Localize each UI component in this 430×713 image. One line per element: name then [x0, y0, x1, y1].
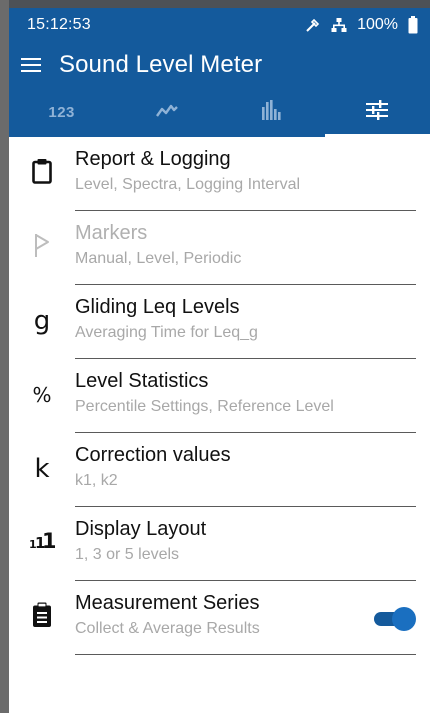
item-title: Display Layout: [75, 518, 207, 540]
status-icons: 100%: [305, 16, 418, 34]
percent-icon-glyph: %: [32, 383, 52, 407]
list-item-correction-values[interactable]: k Correction values k1, k2: [9, 433, 430, 507]
item-title: Measurement Series: [75, 592, 260, 614]
toggle-knob: [392, 607, 416, 631]
item-subtitle: 1, 3 or 5 levels: [75, 546, 180, 563]
network-icon: [331, 17, 347, 33]
flag-icon: [9, 211, 75, 285]
item-title: Level Statistics: [75, 370, 209, 392]
correction-k-icon-glyph: k: [34, 454, 50, 484]
list-item-report-logging[interactable]: Report & Logging Level, Spectra, Logging…: [9, 137, 430, 211]
percent-icon: %: [9, 359, 75, 433]
tab-numeric-label: 123: [48, 104, 75, 121]
list-item-measurement-series[interactable]: Measurement Series Collect & Average Res…: [9, 581, 430, 655]
item-subtitle: Collect & Average Results: [75, 620, 260, 637]
tab-bar: 123: [9, 88, 430, 137]
battery-percent: 100%: [357, 16, 398, 33]
device-frame-top: [0, 0, 430, 8]
layout-levels-icon: 111: [9, 507, 75, 581]
item-title: Report & Logging: [75, 148, 231, 170]
item-subtitle: k1, k2: [75, 472, 118, 489]
item-title: Gliding Leq Levels: [75, 296, 240, 318]
correction-k-icon: k: [9, 433, 75, 507]
list-item-markers[interactable]: Markers Manual, Level, Periodic: [9, 211, 430, 285]
tab-numeric[interactable]: 123: [9, 88, 114, 137]
list-item-gliding-leq[interactable]: g Gliding Leq Levels Averaging Time for …: [9, 285, 430, 359]
status-time: 15:12:53: [27, 16, 91, 33]
gliding-leq-icon: g: [9, 285, 75, 359]
status-bar: 15:12:53 100%: [9, 8, 430, 42]
device-frame-left: [0, 0, 9, 713]
battery-icon: [408, 16, 418, 34]
bar-chart-icon: [261, 100, 283, 125]
item-subtitle: Percentile Settings, Reference Level: [75, 398, 334, 415]
probe-icon: [305, 17, 321, 33]
list-item-level-statistics[interactable]: % Level Statistics Percentile Settings, …: [9, 359, 430, 433]
settings-sliders-icon: [366, 100, 389, 125]
app-title: Sound Level Meter: [59, 51, 263, 78]
app-header: 15:12:53 100% Sound Level Meter 123: [9, 8, 430, 137]
app: 15:12:53 100% Sound Level Meter 123 Repo…: [9, 8, 430, 713]
line-chart-icon: [155, 102, 179, 123]
item-subtitle: Level, Spectra, Logging Interval: [75, 176, 301, 193]
settings-list: Report & Logging Level, Spectra, Logging…: [9, 137, 430, 655]
measurement-series-toggle[interactable]: [374, 607, 416, 631]
item-subtitle: Manual, Level, Periodic: [75, 250, 242, 267]
svg-text:1: 1: [42, 529, 55, 550]
item-subtitle: Averaging Time for Leq_g: [75, 324, 258, 341]
tab-time-history[interactable]: [114, 88, 219, 137]
tab-spectrum[interactable]: [220, 88, 325, 137]
item-title: Correction values: [75, 444, 231, 466]
item-title: Markers: [75, 222, 148, 244]
clipboard-list-icon: [9, 581, 75, 655]
title-bar: Sound Level Meter: [9, 42, 430, 88]
gliding-leq-icon-glyph: g: [33, 306, 51, 336]
clipboard-icon: [9, 137, 75, 211]
tab-settings[interactable]: [324, 88, 430, 137]
hamburger-menu-icon[interactable]: [21, 53, 45, 77]
list-item-display-layout[interactable]: 111 Display Layout 1, 3 or 5 levels: [9, 507, 430, 581]
